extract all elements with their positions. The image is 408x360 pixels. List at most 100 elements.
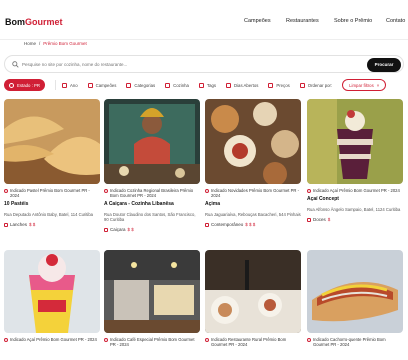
card-image-acai-cup [4,250,100,333]
price-level: $ $ [29,222,36,228]
nav-restaurantes[interactable]: Restaurantes [286,18,319,24]
restaurant-category: Caiçara $ $ [104,227,200,232]
restaurant-card[interactable]: Indicado Pastel Prêmio Bom Gourmet PR - … [4,99,100,227]
filter-estado-label: Estado : PR [17,82,40,88]
filter-campeoes-label: Campeões [95,82,117,88]
category-text: Lanches [10,222,28,228]
category-icon [104,227,108,232]
search-button[interactable]: Procurar [367,57,401,72]
category-icon [4,222,8,227]
award-icon [4,337,8,342]
restaurant-card[interactable]: Indicado Novidades Prêmio Bom Gourmet PR… [205,99,301,227]
restaurant-address: Rua Alfonso Ângelo Sampaio, Batel, 1124 … [307,207,401,213]
filter-cozinha[interactable]: Cozinha [165,79,189,91]
price-level: $ $ [127,227,134,233]
award-line: Indicado Açaí Prêmio Bom Gourmet PR - 20… [4,337,100,342]
card-image-acai [307,99,403,184]
filter-tags[interactable]: Tags [198,79,216,91]
card-image-rural [205,250,301,333]
filter-estado[interactable]: Estado : PR [4,79,45,91]
tag-icon [198,82,204,88]
award-line: Indicado Cachorro-quente Prêmio Bom Gour… [307,337,403,347]
restaurant-category: Contemporâneo $ $ $ [205,222,301,227]
clear-filters-button[interactable]: Limpar filtros × [342,79,387,91]
card-image-caicara [104,99,200,184]
category-text: Caiçara [110,227,126,233]
restaurant-card[interactable]: Indicado Restaurante Rural Prêmio Bom Go… [205,250,301,347]
filter-ordenar-label: Ordenar por: [307,82,333,88]
filter-cozinha-label: Cozinha [173,82,189,88]
restaurant-category: Doces $ [307,217,403,222]
filter-precos-label: Preços [276,82,290,88]
award-icon [205,188,209,193]
calendar-icon [61,82,67,88]
category-icon [205,222,209,227]
restaurant-card[interactable]: Indicado Cachorro-quente Prêmio Bom Gour… [307,250,403,347]
filter-ordenar[interactable]: Ordenar por: [299,79,333,91]
category-text: Contemporâneo [211,222,244,228]
filter-bar: Estado : PR Ano Campeões Categorias Cozi… [4,79,396,91]
breadcrumb-home[interactable]: Home [24,41,36,46]
restaurant-card[interactable]: Indicado Cozinha Regional Brasileira Prê… [104,99,200,232]
breadcrumb: Home / Prêmio Bom Gourmet [24,41,87,46]
award-text: Indicado Restaurante Rural Prêmio Bom Go… [211,337,287,348]
restaurant-card[interactable]: Indicado Açaí Prêmio Bom Gourmet PR - 20… [4,250,100,342]
price-level: $ [327,217,331,223]
clock-icon [226,82,231,88]
restaurant-name[interactable]: 10 Pastéis [4,201,100,207]
search-input[interactable] [22,59,362,70]
filter-categorias-label: Categorias [134,82,156,88]
cuisine-icon [165,82,171,88]
nav-campeoes[interactable]: Campeões [244,18,271,24]
filter-ano-label: Ano [69,82,78,88]
category-icon [307,217,311,222]
close-icon: × [376,82,380,88]
card-image-pastel [4,99,100,184]
award-line: Indicado Cozinha Regional Brasileira Prê… [104,188,200,198]
trophy-icon [87,82,93,88]
award-text: Indicado Açaí Prêmio Bom Gourmet PR - 20… [313,188,400,193]
award-icon [104,337,108,342]
award-text: Indicado Pastel Prêmio Bom Gourmet PR - … [10,188,90,199]
award-line: Indicado Restaurante Rural Prêmio Bom Go… [205,337,301,347]
category-text: Doces [313,217,326,223]
sort-icon [299,82,305,88]
award-line: Indicado Pastel Prêmio Bom Gourmet PR - … [4,188,100,198]
breadcrumb-current: Prêmio Bom Gourmet [43,41,87,46]
award-line: Indicado Novidades Prêmio Bom Gourmet PR… [205,188,301,198]
grid-icon [126,82,132,88]
logo-text-bom: Bom [4,15,25,29]
award-icon [307,337,311,342]
filter-divider [54,80,56,90]
filter-precos[interactable]: Preços [268,79,290,91]
nav-contato[interactable]: Contato [386,18,405,24]
site-logo[interactable]: Bom Gourmet [4,15,63,29]
clear-filters-label: Limpar filtros [349,82,374,88]
breadcrumb-separator: / [39,41,41,46]
award-text: Indicado Cozinha Regional Brasileira Prê… [110,188,194,199]
filter-campeoes[interactable]: Campeões [87,79,117,91]
restaurant-name[interactable]: Açima [205,201,301,207]
card-image-acima [205,99,301,184]
restaurant-category: Lanches $ $ [4,222,100,227]
restaurant-name[interactable]: A Caiçara - Cozinha Libanêsa [104,201,200,207]
site-header: Bom Gourmet Campeões Restaurantes Sobre … [0,0,408,40]
nav-sobre[interactable]: Sobre o Prêmio [334,18,372,24]
price-level: $ $ $ [245,222,256,228]
search-icon [12,61,19,68]
award-text: Indicado Cachorro-quente Prêmio Bom Gour… [313,337,386,348]
award-icon [307,188,311,193]
award-icon [104,188,108,193]
restaurant-address: Rua Doutor Claudino dos Santos, São Fran… [104,212,196,223]
logo-text-gourmet: Gourmet [25,17,63,27]
restaurant-address: Rua Deputado Antônio Baby, Batel, 114 Cu… [4,212,94,218]
filter-categorias[interactable]: Categorias [126,79,155,91]
filter-ano[interactable]: Ano [61,79,78,91]
search-bar: Procurar [4,55,404,73]
restaurant-card[interactable]: Indicado Açaí Prêmio Bom Gourmet PR - 20… [307,99,403,222]
award-icon [4,188,8,193]
filter-dias[interactable]: Dias Abertos [226,79,258,91]
filter-dias-label: Dias Abertos [234,82,259,88]
restaurant-name[interactable]: Açaí Concept [307,196,403,202]
restaurant-card[interactable]: Indicado Café Especial Prêmio Bom Gourme… [104,250,200,347]
